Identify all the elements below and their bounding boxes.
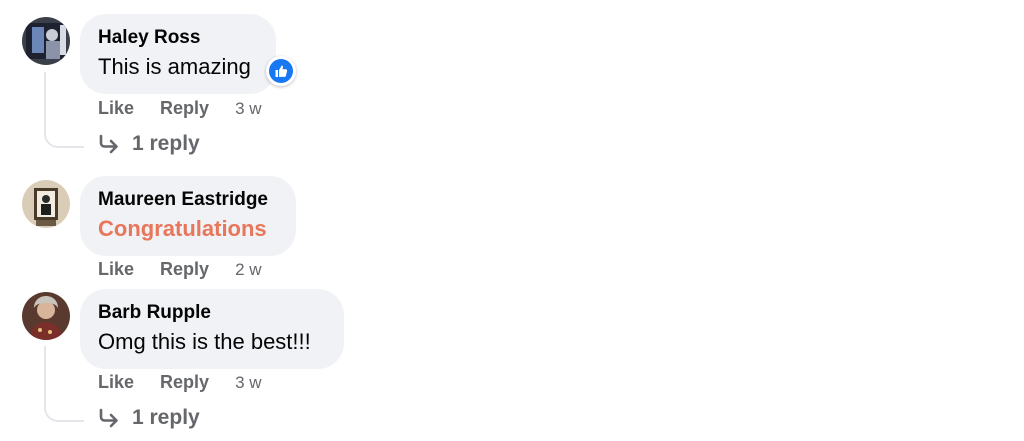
thread-connector — [44, 72, 84, 148]
comment-actions: Like Reply 2 w — [98, 258, 262, 281]
reply-button[interactable]: Reply — [160, 97, 209, 119]
comment-bubble: Maureen Eastridge Congratulations — [80, 176, 296, 256]
avatar[interactable] — [22, 180, 70, 228]
reply-button[interactable]: Reply — [160, 258, 209, 280]
avatar[interactable] — [22, 292, 70, 340]
comment-actions: Like Reply 3 w — [98, 371, 262, 394]
comment-text: This is amazing — [98, 54, 251, 79]
reaction-badge[interactable] — [266, 56, 296, 86]
comment-author[interactable]: Haley Ross — [98, 26, 256, 50]
like-button[interactable]: Like — [98, 97, 134, 119]
comment-author[interactable]: Maureen Eastridge — [98, 188, 276, 212]
comment-bubble: Haley Ross This is amazing — [80, 14, 276, 94]
comment-text: Congratulations — [98, 216, 267, 241]
view-replies-link[interactable]: 1 reply — [98, 406, 200, 430]
timestamp[interactable]: 3 w — [235, 372, 261, 394]
like-button[interactable]: Like — [98, 371, 134, 393]
timestamp[interactable]: 3 w — [235, 98, 261, 120]
reply-arrow-icon — [99, 408, 118, 428]
timestamp[interactable]: 2 w — [235, 259, 261, 281]
avatar-photo-icon — [22, 17, 70, 65]
comment-text: Omg this is the best!!! — [98, 329, 311, 354]
replies-count: 1 reply — [132, 406, 200, 429]
comment-actions: Like Reply 3 w — [98, 97, 262, 120]
avatar-photo-icon — [22, 180, 70, 228]
thread-connector — [44, 346, 84, 422]
like-icon — [269, 59, 293, 83]
avatar-photo-icon — [22, 292, 70, 340]
comment-bubble: Barb Rupple Omg this is the best!!! — [80, 289, 344, 369]
replies-count: 1 reply — [132, 132, 200, 155]
reply-button[interactable]: Reply — [160, 371, 209, 393]
reply-arrow-icon — [99, 134, 118, 154]
like-button[interactable]: Like — [98, 258, 134, 280]
avatar[interactable] — [22, 17, 70, 65]
view-replies-link[interactable]: 1 reply — [98, 132, 200, 156]
comment-author[interactable]: Barb Rupple — [98, 301, 324, 325]
